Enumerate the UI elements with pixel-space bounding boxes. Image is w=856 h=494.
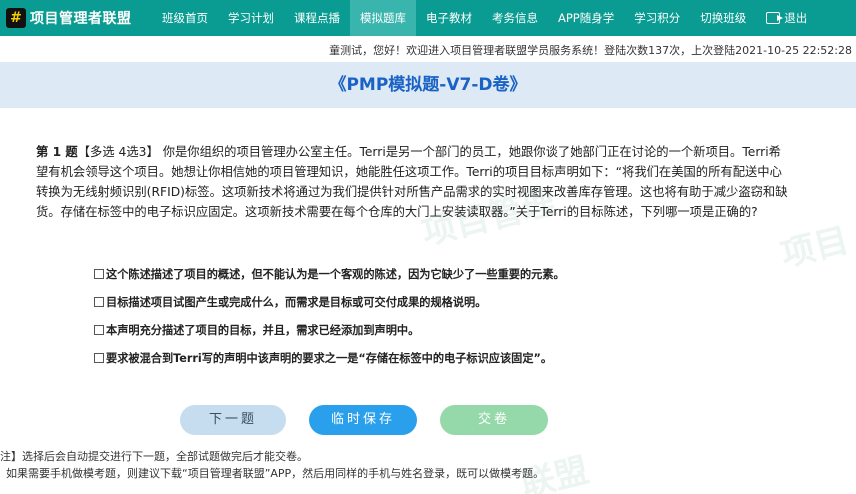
checkbox-icon[interactable] <box>94 297 104 307</box>
logout-button[interactable]: 退出 <box>756 0 817 36</box>
nav-item-mock-exam-bank[interactable]: 模拟题库 <box>350 0 416 36</box>
top-navigation-bar: # 项目管理者联盟 班级首页 学习计划 课程点播 模拟题库 电子教材 考务信息 … <box>0 0 856 36</box>
welcome-message: 童测试，您好！欢迎进入项目管理者联盟学员服务系统！登陆次数137次，上次登陆20… <box>329 44 852 57</box>
answer-option[interactable]: 要求被混合到Terri写的声明中该声明的要求之一是“存储在标签中的电子标识应该固… <box>94 344 754 372</box>
footer-notes: 注】选择后会自动提交进行下一题，全部试题做完后才能交卷。 如果需要手机做模考题，… <box>0 448 856 482</box>
nav-item-e-textbook[interactable]: 电子教材 <box>416 0 482 36</box>
answer-option[interactable]: 目标描述项目试图产生或完成什么，而需求是目标或可交付成果的规格说明。 <box>94 288 754 316</box>
answer-option-text: 目标描述项目试图产生或完成什么，而需求是目标或可交付成果的规格说明。 <box>106 296 487 309</box>
nav-item-study-points[interactable]: 学习积分 <box>624 0 690 36</box>
nav-item-app-learning[interactable]: APP随身学 <box>548 0 624 36</box>
nav-item-exam-info[interactable]: 考务信息 <box>482 0 548 36</box>
note-line: 注】选择后会自动提交进行下一题，全部试题做完后才能交卷。 <box>0 450 308 463</box>
main-nav: 班级首页 学习计划 课程点播 模拟题库 电子教材 考务信息 APP随身学 学习积… <box>152 0 817 36</box>
logout-label: 退出 <box>784 11 808 25</box>
brand-logo-icon: # <box>6 8 26 28</box>
answer-option-text: 这个陈述描述了项目的概述，但不能认为是一个客观的陈述，因为它缺少了一些重要的元素… <box>106 268 565 281</box>
nav-item-course-on-demand[interactable]: 课程点播 <box>284 0 350 36</box>
checkbox-icon[interactable] <box>94 269 104 279</box>
next-question-button[interactable]: 下一题 <box>180 405 286 435</box>
logout-icon <box>766 12 784 24</box>
brand-name: 项目管理者联盟 <box>30 11 132 27</box>
exam-title-band: 《PMP模拟题-V7-D卷》 <box>0 62 856 108</box>
answer-options: 这个陈述描述了项目的概述，但不能认为是一个客观的陈述，因为它缺少了一些重要的元素… <box>94 260 754 372</box>
question-stem: 第 1 题【多选 4选3】 你是你组织的项目管理办公室主任。Terri是另一个部… <box>36 142 788 222</box>
question-number: 第 1 题 <box>36 145 78 159</box>
nav-item-class-home[interactable]: 班级首页 <box>152 0 218 36</box>
nav-item-switch-class[interactable]: 切换班级 <box>690 0 756 36</box>
nav-item-study-plan[interactable]: 学习计划 <box>218 0 284 36</box>
checkbox-icon[interactable] <box>94 325 104 335</box>
question-type: 【多选 4选3】 <box>77 145 159 159</box>
note-line: 如果需要手机做模考题，则建议下载“项目管理者联盟”APP，然后用同样的手机与姓名… <box>6 467 545 480</box>
temporary-save-button[interactable]: 临时保存 <box>309 405 417 435</box>
answer-option-text: 要求被混合到Terri写的声明中该声明的要求之一是“存储在标签中的电子标识应该固… <box>106 352 553 365</box>
exam-title: 《PMP模拟题-V7-D卷》 <box>329 75 527 95</box>
answer-option[interactable]: 这个陈述描述了项目的概述，但不能认为是一个客观的陈述，因为它缺少了一些重要的元素… <box>94 260 754 288</box>
answer-option-text: 本声明充分描述了项目的目标，并且，需求已经添加到声明中。 <box>106 324 420 337</box>
brand-logo[interactable]: # 项目管理者联盟 <box>0 0 150 36</box>
checkbox-icon[interactable] <box>94 353 104 363</box>
submit-exam-button[interactable]: 交卷 <box>440 405 548 435</box>
answer-option[interactable]: 本声明充分描述了项目的目标，并且，需求已经添加到声明中。 <box>94 316 754 344</box>
watermark: 项目 <box>777 220 853 276</box>
